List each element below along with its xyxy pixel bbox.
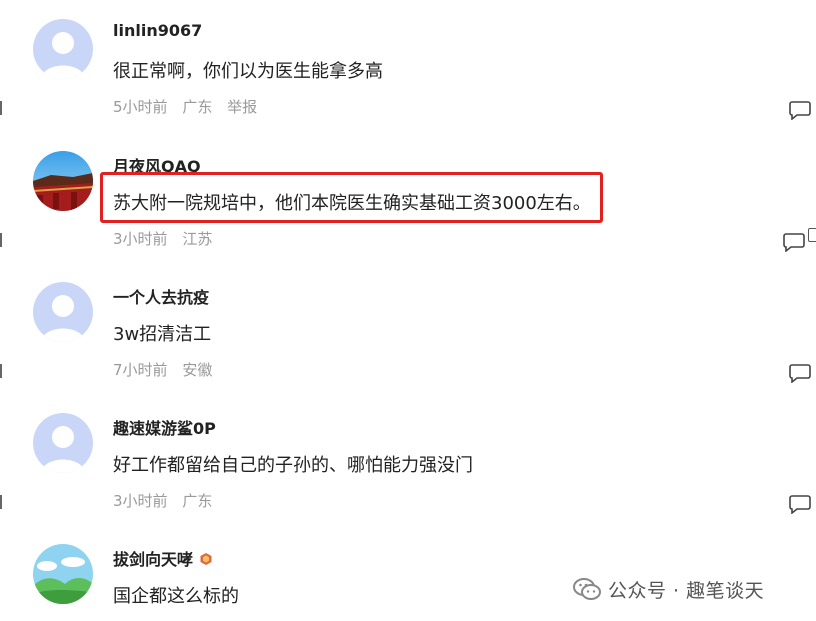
reply-icon[interactable] bbox=[783, 232, 805, 252]
comment-location: 江苏 bbox=[182, 230, 213, 248]
comment-text: 国企都这么标的 bbox=[113, 586, 239, 607]
comment-meta: 3小时前 广东 bbox=[113, 490, 222, 511]
reply-icon[interactable] bbox=[789, 494, 811, 514]
comment-meta: 5小时前 广东 举报 bbox=[113, 96, 267, 117]
highlight-box bbox=[100, 172, 603, 223]
edge-divider bbox=[0, 101, 2, 115]
comment-time: 7小时前 bbox=[113, 361, 168, 379]
report-link[interactable]: 举报 bbox=[227, 98, 257, 116]
reply-icon[interactable] bbox=[789, 363, 811, 383]
palace-photo-avatar[interactable] bbox=[33, 151, 93, 211]
comment-location: 广东 bbox=[182, 98, 213, 116]
default-avatar-icon[interactable] bbox=[33, 282, 93, 342]
comment-meta: 7小时前 安徽 bbox=[113, 359, 222, 380]
default-avatar-icon[interactable] bbox=[33, 19, 93, 79]
edge-divider bbox=[0, 364, 2, 378]
share-icon[interactable] bbox=[808, 228, 816, 242]
comment-item: linlin9067 很正常啊，你们以为医生能拿多高 5小时前 广东 举报 bbox=[0, 19, 816, 149]
comment-username[interactable]: 一个人去抗疫 bbox=[113, 284, 209, 308]
comment-location: 安徽 bbox=[182, 361, 213, 379]
comment-username[interactable]: 趣速媒游鲨0P bbox=[113, 415, 216, 439]
comment-text: 好工作都留给自己的子孙的、哪怕能力强没门 bbox=[113, 455, 473, 476]
comment-text: 3w招清洁工 bbox=[113, 324, 212, 345]
watermark: 公众号 · 趣笔谈天 bbox=[572, 574, 764, 604]
comment-item: 趣速媒游鲨0P 好工作都留给自己的子孙的、哪怕能力强没门 3小时前 广东 bbox=[0, 413, 816, 543]
comment-username-text: 拔剑向天哮 bbox=[113, 550, 194, 569]
comment-meta: 3小时前 江苏 bbox=[113, 228, 222, 249]
wechat-icon bbox=[573, 578, 601, 600]
default-avatar-icon[interactable] bbox=[33, 413, 93, 473]
comment-time: 3小时前 bbox=[113, 492, 168, 510]
watermark-text: 公众号 · 趣笔谈天 bbox=[608, 579, 765, 602]
comment-time: 5小时前 bbox=[113, 98, 168, 116]
edge-divider bbox=[0, 233, 2, 247]
comment-item: 一个人去抗疫 3w招清洁工 7小时前 安徽 bbox=[0, 282, 816, 412]
comment-username[interactable]: 拔剑向天哮 bbox=[113, 546, 213, 570]
comment-time: 3小时前 bbox=[113, 230, 168, 248]
landscape-avatar[interactable] bbox=[33, 544, 93, 604]
reply-icon[interactable] bbox=[789, 100, 811, 120]
edge-divider bbox=[0, 495, 2, 509]
badge-icon bbox=[200, 553, 212, 565]
comment-location: 广东 bbox=[182, 492, 213, 510]
comment-username[interactable]: linlin9067 bbox=[113, 21, 202, 40]
comment-text: 很正常啊，你们以为医生能拿多高 bbox=[113, 61, 383, 82]
